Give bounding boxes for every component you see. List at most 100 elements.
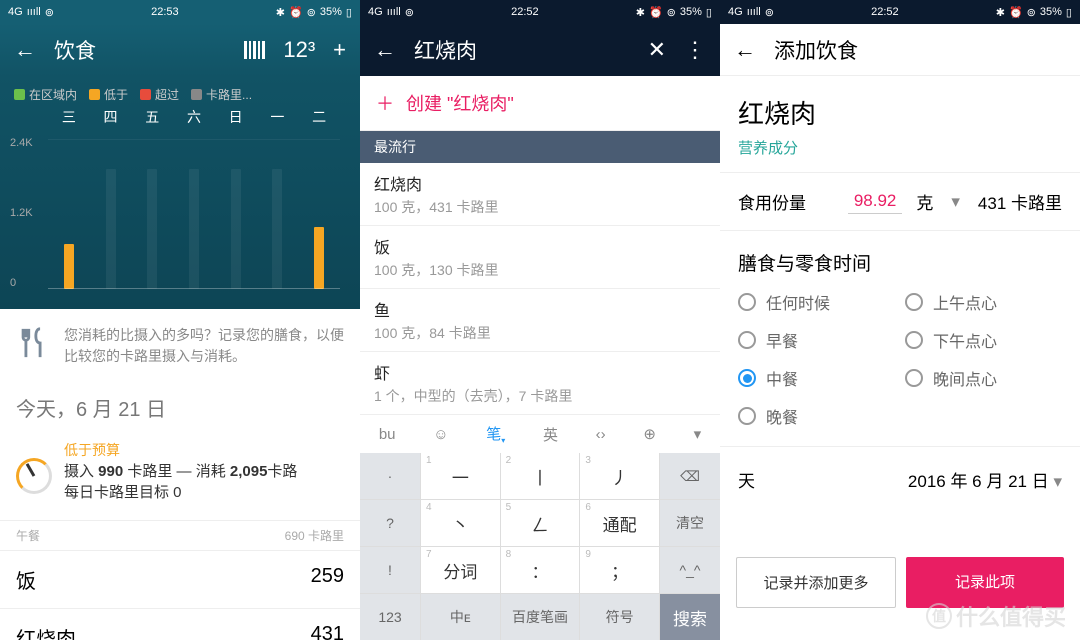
search-result[interactable]: 鱼100 克，84 卡路里 xyxy=(360,289,720,352)
meal-time-option[interactable]: 早餐 xyxy=(738,328,895,352)
kb-key[interactable]: 2丨 xyxy=(501,453,580,499)
kb-key[interactable]: ⌫ xyxy=(660,453,720,499)
legend-below-swatch xyxy=(89,89,100,100)
kb-key[interactable]: 9； xyxy=(580,547,659,593)
more-icon[interactable]: ⋮ xyxy=(684,37,706,63)
section-popular: 最流行 xyxy=(360,131,720,163)
meal-header: 午餐 690 卡路里 xyxy=(0,521,360,550)
chart-bar[interactable] xyxy=(231,169,241,289)
chart-bar[interactable] xyxy=(64,244,74,289)
kb-tool[interactable]: ‹› xyxy=(596,426,606,443)
day-value: 2016 年 6 月 21 日 xyxy=(908,472,1049,491)
day-row[interactable]: 天 2016 年 6 月 21 日 ▾ xyxy=(720,447,1080,512)
kb-key[interactable]: ! xyxy=(360,547,420,593)
meal-time-option[interactable]: 晚间点心 xyxy=(905,366,1062,390)
chart-bar[interactable] xyxy=(147,169,157,289)
radio-icon xyxy=(905,331,923,349)
kb-key[interactable]: ^_^ xyxy=(660,547,720,593)
meal-time-option[interactable]: 任何时候 xyxy=(738,290,895,314)
day-label: 天 xyxy=(738,467,755,492)
kb-tool[interactable]: ☺ xyxy=(433,426,448,443)
kb-tool[interactable]: 英 xyxy=(543,424,558,445)
meal-time-header: 膳食与零食时间 xyxy=(720,231,1080,284)
nutrition-link[interactable]: 营养成分 xyxy=(720,137,1080,173)
radio-icon xyxy=(738,369,756,387)
search-result[interactable]: 虾1 个，中型的（去壳），7 卡路里 xyxy=(360,352,720,415)
kb-key[interactable]: · xyxy=(360,453,420,499)
kb-key[interactable]: 清空 xyxy=(660,500,720,546)
numeric-icon[interactable]: 12³ xyxy=(283,37,315,63)
summary-line-1: 摄入 990 卡路里 — 消耗 2,095卡路 xyxy=(64,460,297,481)
wifi-icon: ⊚ xyxy=(307,6,316,19)
meal-time-option[interactable]: 晚餐 xyxy=(738,404,895,428)
kb-tool[interactable]: 笔▾ xyxy=(486,423,505,445)
plus-icon[interactable]: + xyxy=(333,37,346,63)
clock: 22:52 xyxy=(511,6,539,18)
status-bar: 4Gıııll⊚ 22:52 ✱⏰⊚35%▯ xyxy=(360,0,720,24)
back-icon[interactable]: ← xyxy=(734,37,756,63)
radio-icon xyxy=(905,293,923,311)
dropdown-icon[interactable]: ▾ xyxy=(951,192,960,212)
dropdown-icon: ▾ xyxy=(1053,472,1062,491)
chart-x-labels: 三四五六日一二 xyxy=(0,103,360,127)
header: ← 红烧肉 ✕ ⋮ xyxy=(360,24,720,76)
back-icon[interactable]: ← xyxy=(14,37,36,63)
chart-bar[interactable] xyxy=(106,169,116,289)
legend-above-swatch xyxy=(140,89,151,100)
portion-input[interactable]: 98.92 xyxy=(848,189,903,214)
kb-key[interactable]: 搜索 xyxy=(660,594,720,640)
signal-icon: ıııll xyxy=(387,6,401,18)
back-icon[interactable]: ← xyxy=(374,37,396,63)
alarm-icon: ⏰ xyxy=(289,6,303,19)
kb-key[interactable]: 7分词 xyxy=(421,547,500,593)
kb-key[interactable]: 3丿 xyxy=(580,453,659,499)
food-name: 红烧肉 xyxy=(720,76,1080,137)
close-icon[interactable]: ✕ xyxy=(648,37,666,63)
chart-bars: 2.4K1.2K0 xyxy=(0,127,360,297)
battery-label: 35% xyxy=(320,6,342,18)
plus-icon: ＋ xyxy=(376,90,394,116)
kb-key[interactable]: 百度笔画 xyxy=(501,594,580,640)
portion-unit[interactable]: 克 xyxy=(916,189,933,214)
kb-key[interactable]: 1一 xyxy=(421,453,500,499)
chart-bar[interactable] xyxy=(189,169,199,289)
tip-text: 您消耗的比摄入的多吗？记录您的膳食，以便比较您的卡路里摄入与消耗。 xyxy=(64,325,344,367)
battery-icon: ▯ xyxy=(346,6,352,19)
chart-area: 在区域内 低于 超过 卡路里... 三四五六日一二 2.4K1.2K0 xyxy=(0,76,360,309)
clock: 22:52 xyxy=(871,6,899,18)
kb-key[interactable]: 8： xyxy=(501,547,580,593)
keyboard: bu ☺ 笔▾ 英 ‹› ⊕ ▾ ·1一2丨3丿⌫?4丶5ㄥ6通配清空!7分词8：9；^_^… xyxy=(360,415,720,640)
portion-calories: 431 卡路里 xyxy=(978,189,1062,214)
meal-time-option[interactable]: 中餐 xyxy=(738,366,895,390)
kb-key[interactable]: 6通配 xyxy=(580,500,659,546)
kb-key[interactable]: 5ㄥ xyxy=(501,500,580,546)
header: ← 饮食 12³ + xyxy=(0,24,360,76)
food-row[interactable]: 红烧肉431 xyxy=(0,608,360,640)
kb-tool[interactable]: bu xyxy=(379,426,396,443)
kb-key[interactable]: ? xyxy=(360,500,420,546)
search-result[interactable]: 饭100 克，130 卡路里 xyxy=(360,226,720,289)
chart-bar[interactable] xyxy=(314,227,324,289)
create-food-row[interactable]: ＋ 创建 "红烧肉" xyxy=(360,76,720,131)
summary-row: 低于预算 摄入 990 卡路里 — 消耗 2,095卡路 每日卡路里目标 0 xyxy=(0,432,360,521)
kb-key[interactable]: 中ᴇ xyxy=(421,594,500,640)
bluetooth-icon: ✱ xyxy=(276,6,285,19)
app-status-icon: ⊚ xyxy=(405,6,414,19)
kb-key[interactable]: 4丶 xyxy=(421,500,500,546)
barcode-icon[interactable] xyxy=(244,41,265,59)
watermark: 值 什么值得买 xyxy=(926,600,1066,632)
search-result[interactable]: 红烧肉100 克，431 卡路里 xyxy=(360,163,720,226)
log-add-more-button[interactable]: 记录并添加更多 xyxy=(736,557,896,608)
kb-tool[interactable]: ⊕ xyxy=(643,425,656,443)
search-query[interactable]: 红烧肉 xyxy=(414,35,630,65)
kb-key[interactable]: 符号 xyxy=(580,594,659,640)
radio-icon xyxy=(905,369,923,387)
food-row[interactable]: 饭259 xyxy=(0,550,360,608)
portion-row: 食用份量 98.92 克 ▾ 431 卡路里 xyxy=(720,173,1080,231)
kb-key[interactable]: 123 xyxy=(360,594,420,640)
meal-time-option[interactable]: 上午点心 xyxy=(905,290,1062,314)
kb-tool[interactable]: ▾ xyxy=(694,425,702,443)
chart-bar[interactable] xyxy=(272,169,282,289)
meal-time-option[interactable]: 下午点心 xyxy=(905,328,1062,352)
radio-icon xyxy=(738,407,756,425)
